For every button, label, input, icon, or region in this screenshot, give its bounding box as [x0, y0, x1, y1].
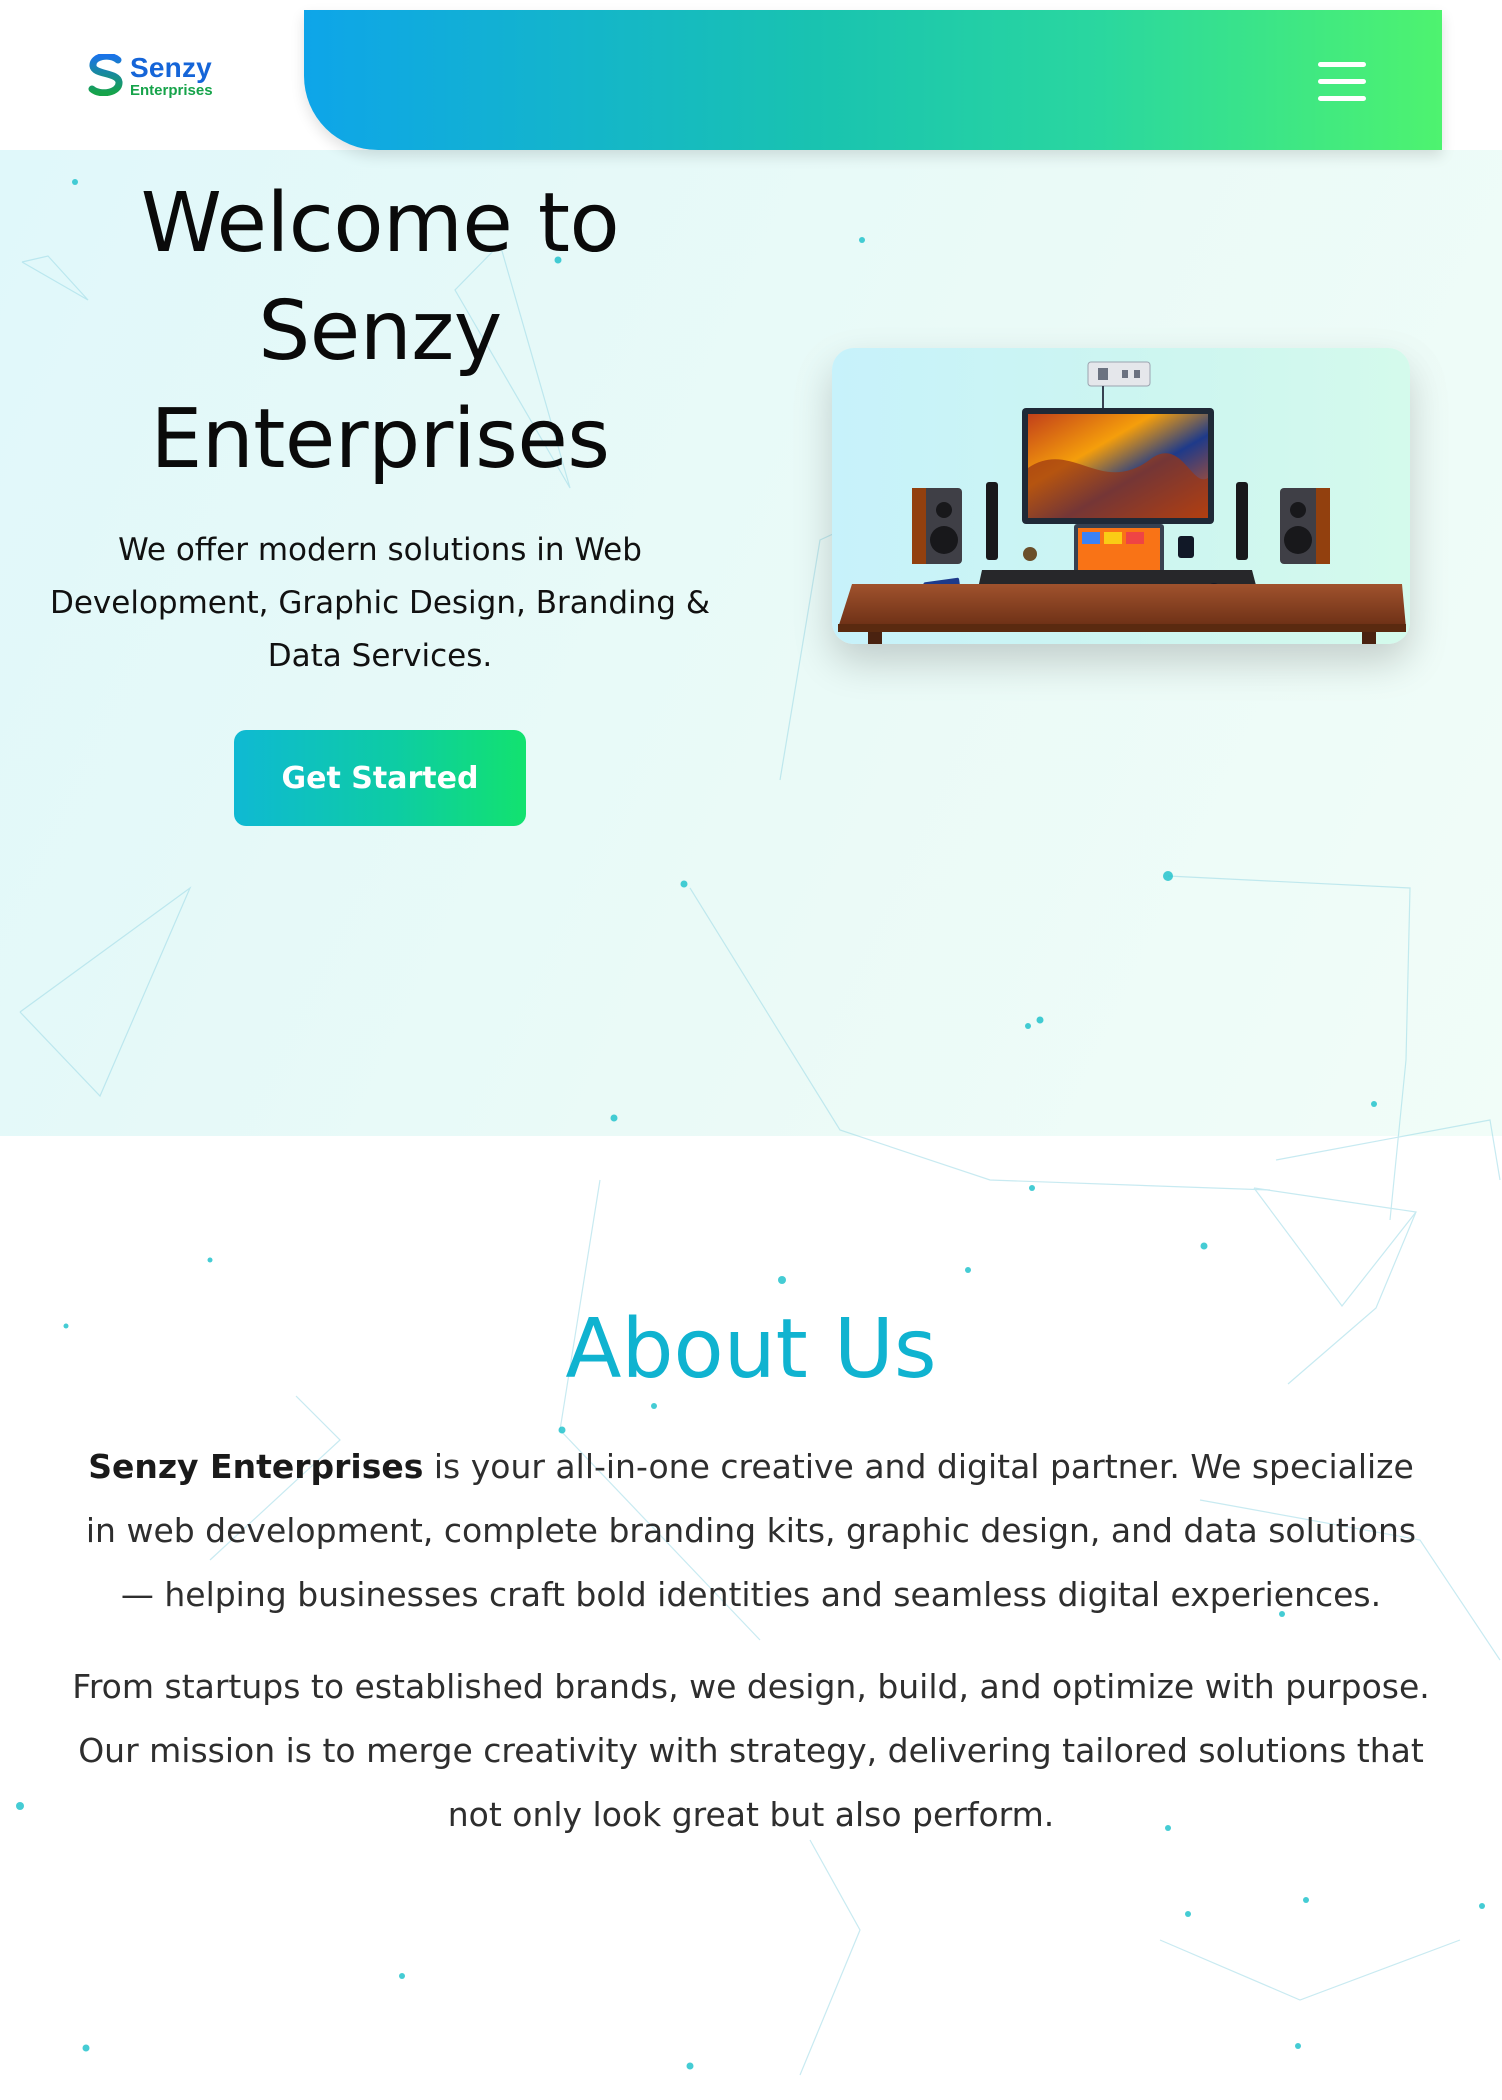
site-header: Senzy Enterprises: [0, 0, 1502, 150]
logo-name: Senzy: [130, 52, 212, 83]
about-paragraph-2: From startups to established brands, we …: [72, 1667, 1430, 1834]
about-title: About Us: [565, 1302, 937, 1397]
get-started-button[interactable]: Get Started: [234, 730, 526, 826]
logo-s-icon: [88, 54, 123, 96]
hero-workspace-image: [832, 348, 1410, 644]
hamburger-menu-icon[interactable]: [1318, 58, 1366, 106]
about-brand-name: Senzy Enterprises: [88, 1447, 424, 1486]
desk-setup-illustration: [838, 361, 1406, 644]
about-paragraph-1: Senzy Enterprises is your all-in-one cre…: [70, 1435, 1432, 1627]
logo-tagline: Enterprises: [130, 82, 213, 99]
nav-bar: [304, 10, 1442, 150]
logo[interactable]: Senzy Enterprises: [88, 52, 228, 102]
hero-title: Welcome to Senzy Enterprises: [140, 176, 620, 487]
hero-subtitle: We offer modern solutions in Web Develop…: [49, 532, 711, 674]
